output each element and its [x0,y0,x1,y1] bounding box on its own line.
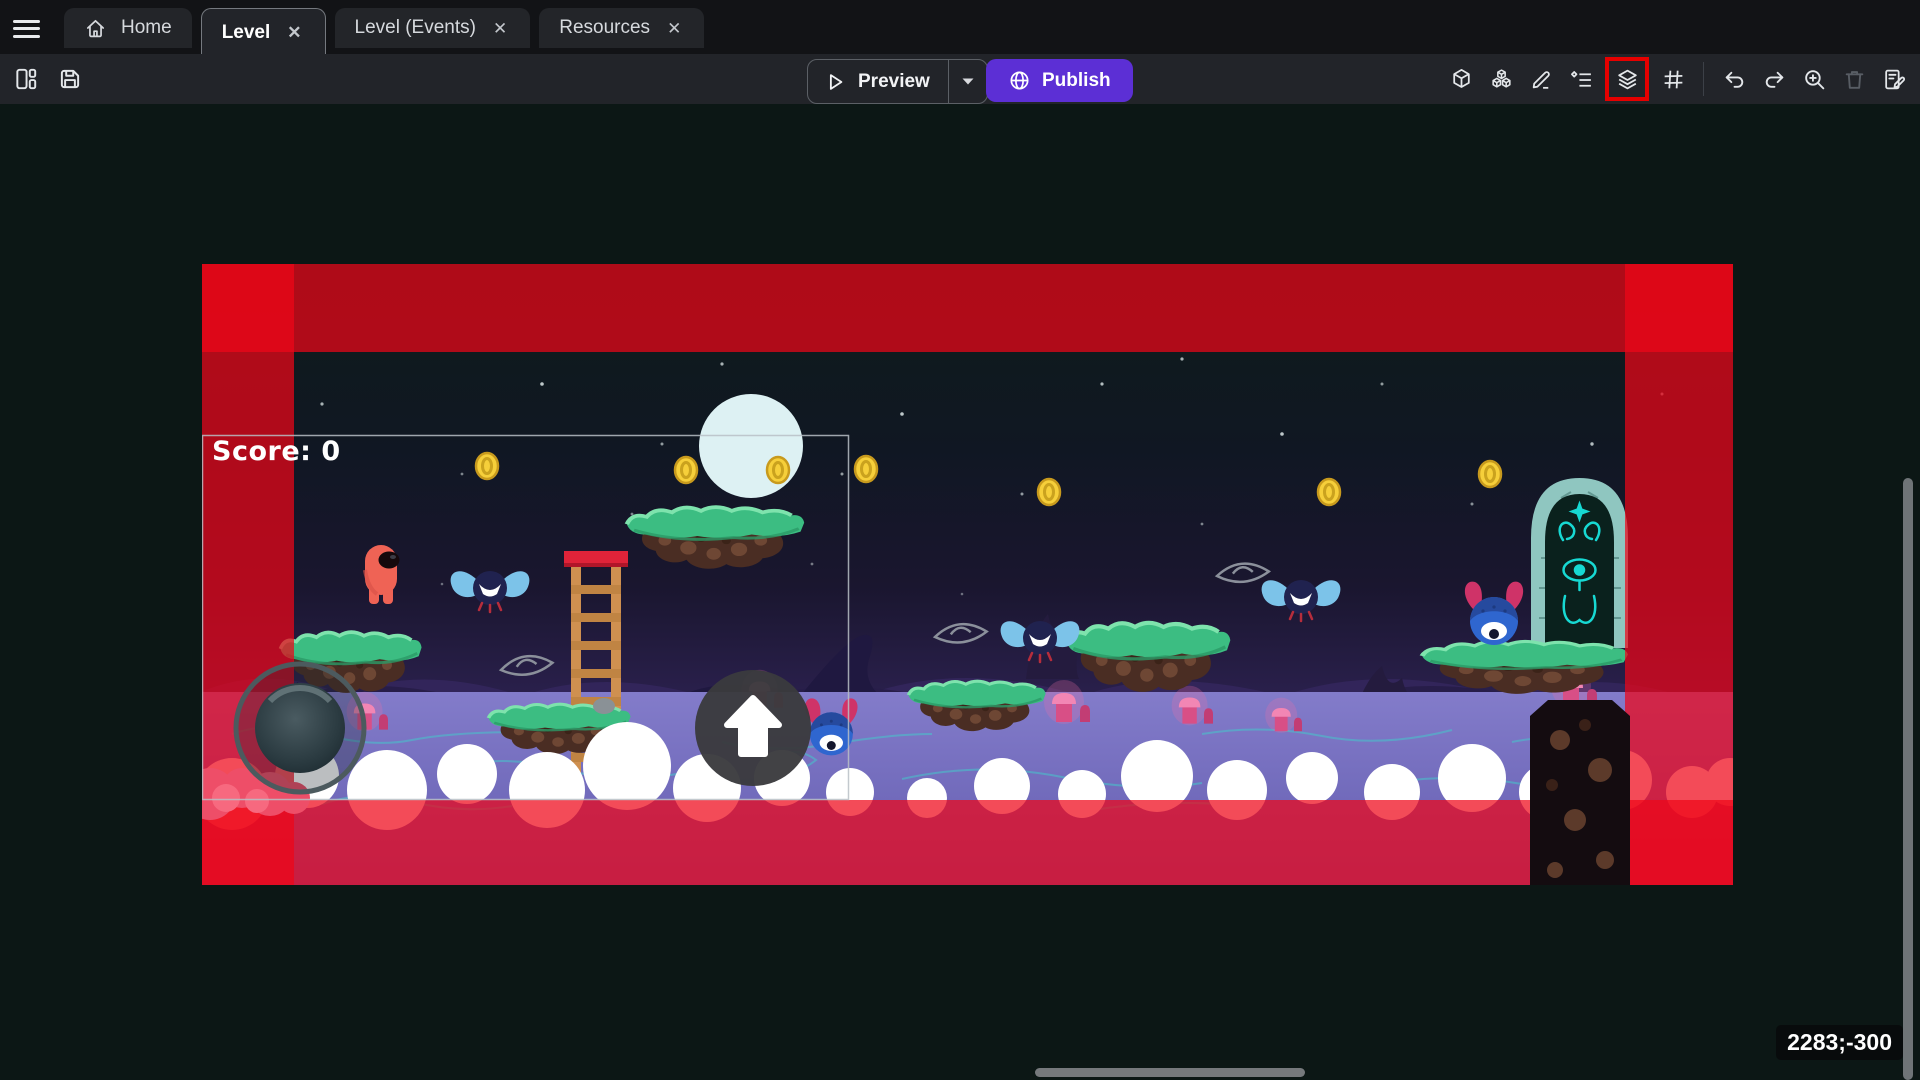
preview-dropdown[interactable] [948,60,987,103]
game-level-view[interactable]: Score: 0 [202,264,1733,885]
close-icon[interactable]: ✕ [664,18,684,39]
preview-button[interactable]: Preview [807,59,988,104]
tab-bar: Home Level ✕ Level (Events) ✕ Resources … [0,0,1920,54]
tab-label: Resources [559,17,650,39]
coins [476,453,1501,505]
highlight-box [1605,57,1649,101]
vertical-scrollbar[interactable] [1903,478,1913,1080]
edit-pencil-icon[interactable] [1523,57,1559,101]
preview-label: Preview [858,71,930,93]
close-icon[interactable]: ✕ [284,22,304,43]
home-icon [84,17,107,40]
undo-icon[interactable] [1716,57,1752,101]
tab-level-events[interactable]: Level (Events) ✕ [335,8,531,48]
level-scene [202,264,1733,885]
horizontal-scrollbar[interactable] [1035,1068,1305,1077]
layers-icon[interactable] [1609,61,1645,97]
tab-level[interactable]: Level ✕ [201,8,326,56]
instances-list-icon[interactable] [1563,57,1599,101]
tab-home[interactable]: Home [64,8,192,48]
cursor-coordinates: 2283;-300 [1776,1025,1903,1060]
editor-toolbar: Preview Publish [0,54,1920,104]
moon [699,394,803,498]
redo-icon[interactable] [1756,57,1792,101]
tab-label: Level [222,22,271,44]
tab-label: Level (Events) [355,17,476,39]
close-icon[interactable]: ✕ [490,18,510,39]
dark-pedestal [1530,700,1630,885]
jump-button [695,670,811,786]
tab-label: Home [121,17,172,39]
globe-icon [1008,69,1031,92]
scene-properties-icon[interactable] [1876,57,1912,101]
publish-button[interactable]: Publish [986,59,1133,102]
level-editor-window: Home Level ✕ Level (Events) ✕ Resources … [0,0,1920,1080]
publish-label: Publish [1042,70,1111,92]
object-groups-icon[interactable] [1483,57,1519,101]
stars [320,357,1663,595]
horned-enemy [1465,582,1523,645]
zoom-in-icon[interactable] [1796,57,1832,101]
rock [593,698,615,714]
chevron-down-icon [962,78,974,85]
score-text: Score: 0 [212,436,341,467]
trash-icon[interactable] [1836,57,1872,101]
grid-icon[interactable] [1655,57,1691,101]
portal [1531,478,1628,648]
joystick-control [236,664,364,792]
player-character [365,545,400,604]
objects-list-icon[interactable] [1443,57,1479,101]
tab-resources[interactable]: Resources ✕ [539,8,704,48]
menu-icon[interactable] [13,15,41,39]
toolbar-separator [1703,62,1704,96]
scene-canvas[interactable]: Score: 0 2283;-300 [0,104,1920,1080]
play-icon [824,71,846,93]
